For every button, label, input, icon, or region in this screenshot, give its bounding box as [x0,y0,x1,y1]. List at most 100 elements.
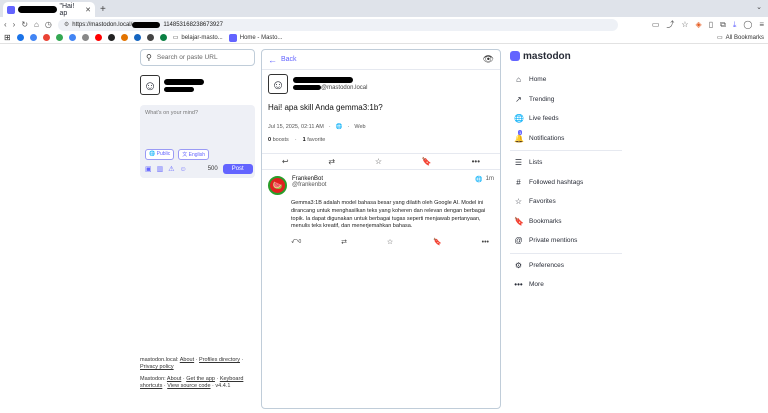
bookmark-star-icon[interactable]: ☆ [681,20,688,29]
compose-textarea[interactable]: What's on your mind? [145,110,250,116]
nav-item-preferences[interactable]: ⚙ Preferences [510,256,622,276]
more-icon: ••• [514,280,523,290]
emoji-icon[interactable]: ☺ [180,166,187,173]
avatar[interactable]: ☺ [140,75,160,95]
nav-item-home[interactable]: ⌂ Home [510,70,622,90]
more-icon[interactable]: ••• [482,239,489,246]
boost-icon[interactable]: ⇄ [341,238,347,246]
warning-icon[interactable]: ⚠ [168,165,174,173]
new-tab-button[interactable]: + [100,3,106,17]
source-code-link[interactable]: View source code [167,383,210,389]
boost-icon[interactable]: ⇄ [328,157,335,166]
google-bookmark-icon[interactable] [68,34,76,41]
profiles-directory-link[interactable]: Profiles directory [199,357,240,363]
tab-list-icon[interactable]: ⌄ [756,3,762,11]
visibility-button[interactable]: 🌐 Public [145,149,175,160]
home-icon: ⌂ [516,75,521,85]
mastodon-page: ⚲ Search or paste URL ☺ What's on your m… [0,44,768,413]
reply-all-icon[interactable]: ⤺0 [291,238,301,246]
compose-form[interactable]: What's on your mind? 🌐 Public 文 English … [140,105,255,178]
search-input[interactable]: ⚲ Search or paste URL [140,49,255,66]
bookmark-icon[interactable]: 🔖 [422,157,432,166]
list-icon: ☰ [514,158,523,168]
google-bookmark-icon[interactable] [42,34,50,41]
nav-item-lists[interactable]: ☰ Lists [510,153,622,173]
avatar[interactable]: ☺ [268,74,288,94]
nav-item-followed-hashtags[interactable]: # Followed hashtags [510,173,622,193]
account-card[interactable]: ☺ [140,75,255,95]
nav-item-favorites[interactable]: ☆ Favorites [510,192,622,212]
nav-item-more[interactable]: ••• More [510,275,622,295]
trending-icon: ↗ [515,94,522,104]
frankenbot-avatar[interactable]: 🍉 [268,176,287,195]
globe-icon: 🌐 [475,177,483,183]
back-arrow-icon[interactable]: ← [268,55,277,65]
share-icon[interactable]: ⤴ [666,19,674,30]
reply-handle: @frankenbot [292,182,327,188]
reload-icon[interactable]: ↻ [21,20,28,29]
bookmark-mastodon[interactable]: Home - Masto... [228,33,282,42]
more-icon[interactable]: ••• [472,157,480,166]
cast-icon[interactable]: ▭ [652,20,660,29]
image-icon[interactable]: ▣ [145,165,152,173]
site-info-icon[interactable]: ⚙ [64,21,69,28]
address-bar[interactable]: ⚙ https://mastodon.local/ 11485316823867… [57,18,618,31]
home-icon[interactable]: ⌂ [34,20,39,29]
redacted-text [164,86,194,92]
youtube-bookmark-icon[interactable] [94,34,102,41]
poll-icon[interactable]: ▥ [157,165,164,173]
language-button[interactable]: 文 English [178,149,210,160]
nav-item-bookmarks[interactable]: 🔖 Bookmarks [510,212,622,232]
bookmark-icon[interactable]: 🔖 [433,238,442,246]
generic-bookmark-icon[interactable] [107,34,115,41]
status-content: Hai! apa skill Anda gemma3:1b? [268,103,383,112]
search-bookmark-icon[interactable] [16,34,24,41]
nav-item-notifications[interactable]: 🔔 1 Notifications [510,129,622,149]
reply-status[interactable]: 🍉 FrankenBot @frankenbot 🌐 1m Gemma3:1B … [262,170,500,252]
bookmark-folder[interactable]: ▭ belajar-masto... [173,34,223,42]
nav-item-private-mentions[interactable]: @ Private mentions [510,231,622,251]
back-arrow-icon[interactable]: ‹ [4,20,7,29]
extensions-icon[interactable]: ⧉ [720,20,726,30]
privacy-policy-link[interactable]: Privacy policy [140,364,174,370]
boosts-count[interactable]: 0 boosts [268,137,289,143]
search-placeholder: Search or paste URL [156,54,218,61]
favorite-star-icon[interactable]: ☆ [387,238,393,246]
apps-grid-icon[interactable]: ⊞ [4,33,11,42]
close-tab-icon[interactable]: ✕ [85,6,91,14]
reply-icon[interactable]: ↩ [282,157,289,166]
google-bookmark-icon[interactable] [29,34,37,41]
forward-arrow-icon[interactable]: › [13,20,16,29]
history-icon[interactable]: ◷ [45,20,52,29]
about-link[interactable]: About [180,357,194,363]
back-button[interactable]: Back [281,56,297,63]
browser-tab-strip: "Hai! ap ✕ + ⌄ [0,0,768,17]
reply-actions: ⤺0 ⇄ ☆ 🔖 ••• [291,238,494,246]
generic-bookmark-icon[interactable] [159,34,167,41]
google-bookmark-icon[interactable] [55,34,63,41]
nav-item-live-feeds[interactable]: 🌐 Live feeds [510,109,622,129]
generic-bookmark-icon[interactable] [120,34,128,41]
download-icon[interactable]: ⤓ [733,20,737,30]
about-mastodon-link[interactable]: About [167,376,181,382]
link-footer: mastodon.local: About · Profiles directo… [140,357,244,389]
character-counter: 500 [207,166,218,172]
eye-icon[interactable]: 👁 [483,54,494,65]
menu-icon[interactable]: ≡ [759,20,764,29]
get-app-link[interactable]: Get the app [186,376,215,382]
sidebar-icon[interactable]: ▯ [709,20,713,29]
nav-item-trending[interactable]: ↗ Trending [510,90,622,110]
gsc-bookmark-icon[interactable] [81,34,89,41]
favorites-count[interactable]: 1 favorite [303,137,326,143]
status-date[interactable]: Jul 15, 2025, 02:11 AM [268,124,324,130]
mastodon-logo[interactable]: mastodon [510,49,622,63]
post-button[interactable]: Post [222,164,253,174]
generic-bookmark-icon[interactable] [146,34,154,41]
generic-bookmark-icon[interactable] [133,34,141,41]
browser-tab-active[interactable]: "Hai! ap ✕ [3,2,95,17]
detailed-status: ☺ @mastodon.local Hai! apa skill Anda ge… [262,70,500,147]
profile-icon[interactable]: ◯ [743,20,752,29]
all-bookmarks[interactable]: ▭ All Bookmarks [717,34,764,42]
shield-icon[interactable]: ◈ [696,20,702,29]
favorite-star-icon[interactable]: ☆ [375,157,382,166]
